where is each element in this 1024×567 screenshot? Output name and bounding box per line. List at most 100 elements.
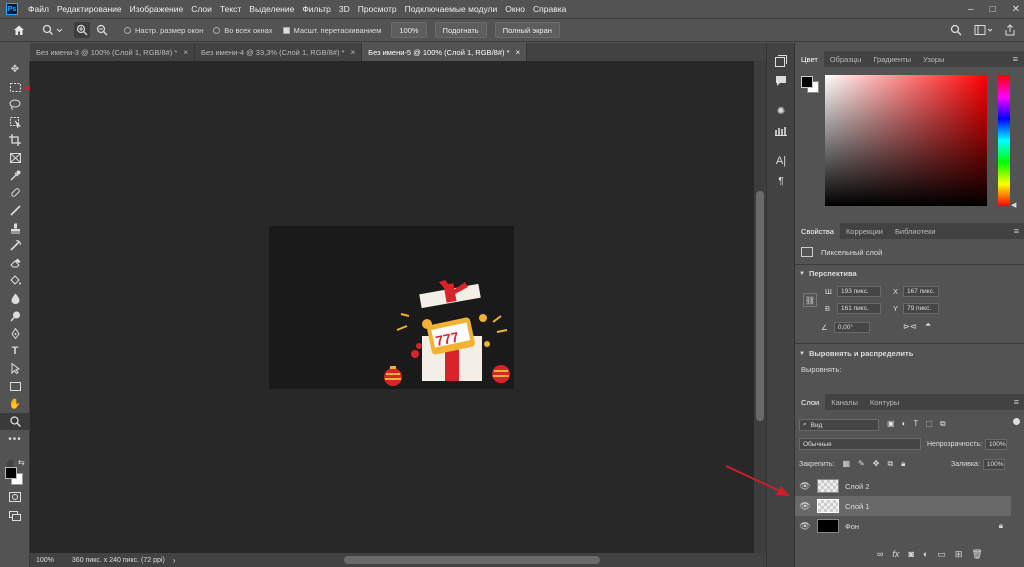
blur-tool-icon[interactable] bbox=[0, 290, 30, 308]
rectangle-tool-icon[interactable] bbox=[0, 378, 30, 396]
frame-tool-icon[interactable] bbox=[0, 149, 30, 167]
scroll-thumb[interactable] bbox=[756, 191, 764, 421]
brush-settings-icon[interactable]: ✺ bbox=[767, 101, 795, 121]
hue-slider[interactable] bbox=[998, 75, 1010, 206]
fill-screen-button[interactable]: Полный экран bbox=[494, 22, 560, 38]
tab-document-5[interactable]: Без имени-5 @ 100% (Слой 1, RGB/8#) * × bbox=[362, 43, 528, 61]
link-layers-icon[interactable]: ∞ bbox=[877, 549, 883, 560]
close-tab-icon[interactable]: × bbox=[183, 48, 188, 57]
minimize-icon[interactable]: – bbox=[968, 4, 974, 15]
share-icon[interactable] bbox=[1002, 22, 1018, 38]
new-adjustment-icon[interactable]: ◐ bbox=[923, 549, 928, 560]
resize-windows-toggle[interactable] bbox=[124, 26, 131, 34]
swap-colors-icon[interactable]: ⇆ bbox=[18, 458, 25, 467]
type-tool-icon[interactable]: T bbox=[0, 343, 30, 361]
tab-swatches[interactable]: Образцы bbox=[824, 51, 868, 67]
menu-view[interactable]: Просмотр bbox=[354, 4, 401, 14]
zoom-tool-preset-icon[interactable] bbox=[40, 22, 66, 38]
height-field[interactable]: 161 пикс. bbox=[837, 303, 881, 314]
tab-adjustments[interactable]: Коррекции bbox=[840, 223, 889, 239]
paint-bucket-tool-icon[interactable] bbox=[0, 272, 30, 290]
visibility-eye-icon[interactable]: 👁︎ bbox=[795, 481, 815, 492]
tab-patterns[interactable]: Узоры bbox=[917, 51, 950, 67]
angle-field[interactable]: 0,00° bbox=[833, 322, 870, 333]
tab-document-3[interactable]: Без имени-3 @ 100% (Слой 1, RGB/8#) * × bbox=[30, 43, 196, 61]
brushes-panel-icon[interactable] bbox=[767, 121, 795, 141]
more-tools-icon[interactable]: ••• bbox=[0, 430, 30, 448]
close-tab-icon[interactable]: × bbox=[350, 48, 355, 57]
layer-style-icon[interactable]: fx bbox=[892, 549, 899, 560]
link-dimensions-icon[interactable]: ⛓ bbox=[803, 293, 817, 307]
new-group-icon[interactable]: ▭ bbox=[937, 549, 946, 560]
panel-menu-icon[interactable]: ≡ bbox=[1014, 397, 1019, 407]
scroll-thumb[interactable] bbox=[344, 556, 600, 564]
tab-channels[interactable]: Каналы bbox=[825, 394, 864, 410]
lock-pixels-icon[interactable]: ✎ bbox=[858, 459, 865, 469]
lock-position-icon[interactable]: ✥ bbox=[873, 459, 880, 469]
filter-adjustment-icon[interactable]: ◐ bbox=[902, 419, 907, 429]
tab-properties[interactable]: Свойства bbox=[795, 223, 840, 239]
menu-image[interactable]: Изображение bbox=[126, 4, 188, 14]
quick-mask-icon[interactable] bbox=[9, 492, 21, 504]
menu-file[interactable]: Файл bbox=[24, 4, 53, 14]
menu-3d[interactable]: 3D bbox=[335, 4, 354, 14]
tab-paths[interactable]: Контуры bbox=[864, 394, 905, 410]
layer-row[interactable]: 👁︎ Слой 2 bbox=[795, 476, 1011, 496]
comments-panel-icon[interactable] bbox=[767, 71, 795, 91]
document-canvas[interactable]: 777 bbox=[269, 226, 514, 389]
history-brush-tool-icon[interactable] bbox=[0, 237, 30, 255]
eyedropper-tool-icon[interactable] bbox=[0, 167, 30, 185]
menu-select[interactable]: Выделение bbox=[245, 4, 298, 14]
width-field[interactable]: 193 пикс. bbox=[837, 286, 881, 297]
tab-gradients[interactable]: Градиенты bbox=[867, 51, 917, 67]
panel-menu-icon[interactable]: ≡ bbox=[1013, 54, 1018, 64]
menu-filter[interactable]: Фильтр bbox=[298, 4, 335, 14]
history-panel-icon[interactable] bbox=[767, 51, 795, 71]
maximize-icon[interactable]: □ bbox=[990, 4, 996, 15]
menu-edit[interactable]: Редактирование bbox=[53, 4, 126, 14]
menu-help[interactable]: Справка bbox=[529, 4, 570, 14]
lock-artboard-icon[interactable]: ⧉ bbox=[887, 459, 893, 469]
color-picker-field[interactable] bbox=[825, 75, 987, 206]
align-section[interactable]: ▼ Выровнять и распределить bbox=[799, 349, 913, 358]
home-icon[interactable] bbox=[8, 22, 30, 38]
horizontal-scrollbar[interactable] bbox=[200, 556, 630, 564]
pen-tool-icon[interactable] bbox=[0, 325, 30, 343]
close-icon[interactable]: ✕ bbox=[1012, 4, 1020, 15]
layer-row[interactable]: 👁︎ Слой 1 bbox=[795, 496, 1011, 516]
eraser-tool-icon[interactable] bbox=[0, 255, 30, 273]
status-zoom[interactable]: 100% bbox=[36, 557, 54, 564]
brush-tool-icon[interactable] bbox=[0, 202, 30, 220]
zoom-in-icon[interactable] bbox=[74, 22, 90, 38]
flip-horizontal-icon[interactable]: ⊳⊲ bbox=[903, 322, 916, 331]
paragraph-panel-icon[interactable]: ¶ bbox=[767, 171, 795, 191]
all-windows-toggle[interactable] bbox=[213, 26, 221, 34]
healing-brush-tool-icon[interactable] bbox=[0, 184, 30, 202]
crop-tool-icon[interactable] bbox=[0, 131, 30, 149]
scrubby-zoom-toggle[interactable] bbox=[282, 26, 290, 34]
screen-mode-icon[interactable] bbox=[9, 511, 21, 523]
add-mask-icon[interactable]: ◙ bbox=[908, 549, 913, 560]
lock-transparency-icon[interactable]: ▦ bbox=[842, 459, 850, 469]
character-panel-icon[interactable]: A| bbox=[767, 151, 795, 171]
delete-layer-icon[interactable]: 🗑︎ bbox=[971, 549, 982, 560]
filter-type-icon[interactable]: T bbox=[913, 419, 918, 429]
close-tab-icon[interactable]: × bbox=[516, 48, 521, 57]
x-field[interactable]: 167 пикс. bbox=[903, 286, 939, 297]
filter-toggle-icon[interactable] bbox=[1013, 418, 1020, 425]
zoom-out-icon[interactable] bbox=[94, 22, 110, 38]
menu-plugins[interactable]: Подключаемые модули bbox=[401, 4, 502, 14]
filter-shape-icon[interactable]: ⬚ bbox=[925, 419, 933, 429]
photoshop-logo-icon[interactable]: Ps bbox=[6, 3, 18, 15]
hand-tool-icon[interactable]: ✋ bbox=[0, 395, 30, 413]
all-windows-checkbox[interactable]: Во всех окнах bbox=[213, 26, 273, 35]
object-selection-tool-icon[interactable] bbox=[0, 114, 30, 132]
hue-pointer-icon[interactable]: ◀ bbox=[1011, 201, 1016, 209]
new-layer-icon[interactable]: ⊞ bbox=[955, 549, 963, 560]
visibility-eye-icon[interactable]: 👁︎ bbox=[795, 501, 815, 512]
filter-smart-icon[interactable]: ⧉ bbox=[940, 419, 946, 429]
foreground-color-swatch[interactable] bbox=[5, 467, 17, 479]
menu-type[interactable]: Текст bbox=[216, 4, 245, 14]
fg-color-chip[interactable] bbox=[801, 76, 813, 88]
move-tool-icon[interactable]: ✥ bbox=[0, 61, 30, 79]
